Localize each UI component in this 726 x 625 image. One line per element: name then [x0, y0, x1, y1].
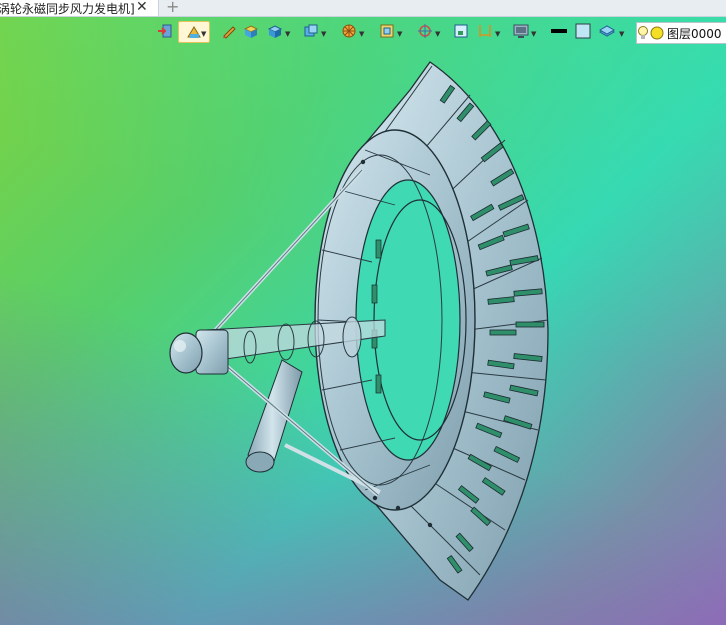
layer-name: 图层0000	[667, 26, 722, 41]
chevron-down-icon[interactable]: ▼	[397, 30, 402, 38]
layer-selector[interactable]: 图层0000	[636, 22, 726, 44]
fit-view-icon[interactable]	[452, 22, 470, 40]
style-palette-icon[interactable]: ▼	[178, 21, 210, 43]
stator-ring-inner	[355, 179, 461, 461]
add-tab-icon[interactable]: +	[166, 0, 179, 16]
dimension-icon[interactable]: ▼	[476, 22, 500, 40]
tower-pole	[247, 359, 303, 469]
wheel-icon[interactable]: ▼	[340, 22, 364, 40]
crosshair-icon[interactable]: ▼	[416, 22, 440, 40]
pencil-icon[interactable]	[220, 22, 238, 40]
chevron-down-icon[interactable]: ▼	[495, 30, 500, 38]
chevron-down-icon[interactable]: ▼	[201, 30, 206, 38]
chevron-down-icon[interactable]: ▼	[359, 30, 364, 38]
import-icon[interactable]	[156, 22, 174, 40]
frame-icon[interactable]: ▼	[378, 22, 402, 40]
monitor-icon[interactable]: ▼	[512, 22, 536, 40]
chevron-down-icon[interactable]: ▼	[619, 30, 624, 38]
layers-icon[interactable]: ▼	[598, 22, 624, 40]
view-toolbar: ▼ ▼ ▼ ▼ ▼ ▼ ▼ ▼ ▼ 图层0000	[150, 20, 726, 44]
solid-box-icon[interactable]	[242, 22, 260, 40]
shaded-cube-icon[interactable]: ▼	[266, 22, 290, 40]
close-icon[interactable]: ✕	[136, 0, 148, 15]
layer-color-swatch[interactable]	[649, 25, 665, 41]
chevron-down-icon[interactable]: ▼	[435, 30, 440, 38]
chevron-down-icon[interactable]: ▼	[285, 30, 290, 38]
line-color-icon[interactable]	[550, 22, 568, 40]
document-tab-bar: 涡轮永磁同步风力发电机] ✕ +	[0, 0, 726, 17]
document-tab-label: 涡轮永磁同步风力发电机]	[0, 1, 135, 16]
lightbulb-icon[interactable]	[637, 25, 649, 41]
document-tab[interactable]: 涡轮永磁同步风力发电机] ✕	[0, 0, 159, 16]
view-cube-icon[interactable]: ▼	[302, 22, 326, 40]
wind-generator-model[interactable]	[0, 0, 726, 625]
chevron-down-icon[interactable]: ▼	[531, 30, 536, 38]
fill-color-icon[interactable]	[574, 22, 592, 40]
nose-cone	[169, 332, 203, 374]
chevron-down-icon[interactable]: ▼	[321, 30, 326, 38]
